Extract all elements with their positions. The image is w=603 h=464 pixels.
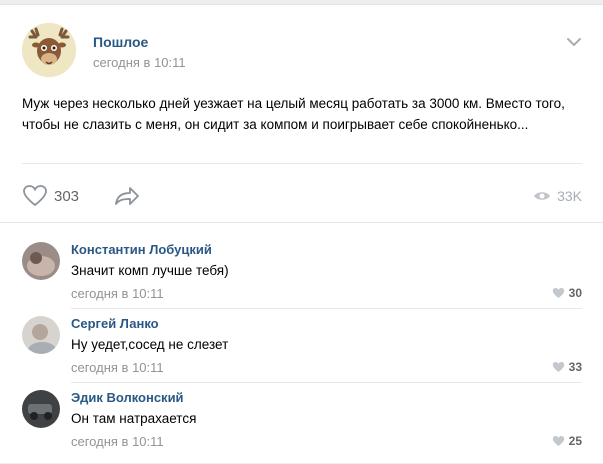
comment-time[interactable]: сегодня в 10:11	[71, 286, 164, 301]
comment-time[interactable]: сегодня в 10:11	[71, 360, 164, 375]
divider	[0, 222, 603, 223]
comment: Константин Лобуцкий Значит комп лучше те…	[22, 242, 582, 316]
moose-avatar-icon	[22, 23, 76, 77]
comment-like-count: 25	[568, 434, 582, 448]
share-icon[interactable]	[112, 184, 140, 208]
comment-text: Ну уедет,сосед не слезет	[71, 337, 229, 352]
comment: Эдик Волконский Он там натрахается сегод…	[22, 390, 582, 464]
comment-text: Значит комп лучше тебя)	[71, 263, 229, 278]
like-button[interactable]: 303	[22, 181, 79, 211]
views-counter: 33K	[533, 181, 582, 211]
comment-author[interactable]: Сергей Ланко	[71, 316, 159, 331]
community-avatar[interactable]	[22, 23, 76, 77]
post-actions: 303 33K	[22, 181, 582, 211]
comment-like-button[interactable]: 30	[552, 286, 582, 300]
avatar-photo-icon	[22, 316, 60, 354]
post-time[interactable]: сегодня в 10:11	[93, 55, 186, 70]
comment-text: Он там натрахается	[71, 411, 197, 426]
avatar[interactable]	[22, 316, 60, 354]
divider	[71, 308, 582, 309]
comment-like-button[interactable]: 25	[552, 434, 582, 448]
avatar-photo-icon	[22, 390, 60, 428]
post-author[interactable]: Пошлое	[93, 34, 148, 50]
post-card: Пошлое сегодня в 10:11 Муж через несколь…	[0, 4, 603, 463]
comment-time[interactable]: сегодня в 10:11	[71, 434, 164, 449]
comment-like-count: 33	[568, 360, 582, 374]
comment-author[interactable]: Эдик Волконский	[71, 390, 184, 405]
eye-icon	[534, 192, 551, 200]
heart-icon	[23, 185, 47, 207]
heart-icon	[552, 288, 564, 298]
divider	[22, 163, 582, 164]
views-count: 33K	[557, 188, 582, 204]
post-text: Муж через несколько дней уезжает на целы…	[22, 96, 565, 132]
avatar[interactable]	[22, 242, 60, 280]
heart-icon	[552, 362, 564, 372]
avatar[interactable]	[22, 390, 60, 428]
comment-like-count: 30	[568, 286, 582, 300]
comment-author[interactable]: Константин Лобуцкий	[71, 242, 212, 257]
divider	[71, 382, 582, 383]
heart-icon	[552, 436, 564, 446]
avatar-photo-icon	[22, 242, 60, 280]
comment: Сергей Ланко Ну уедет,сосед не слезет се…	[22, 316, 582, 390]
chevron-down-icon[interactable]	[566, 37, 582, 47]
post-header: Пошлое сегодня в 10:11	[22, 23, 582, 83]
comment-like-button[interactable]: 33	[552, 360, 582, 374]
like-count: 303	[54, 187, 80, 205]
